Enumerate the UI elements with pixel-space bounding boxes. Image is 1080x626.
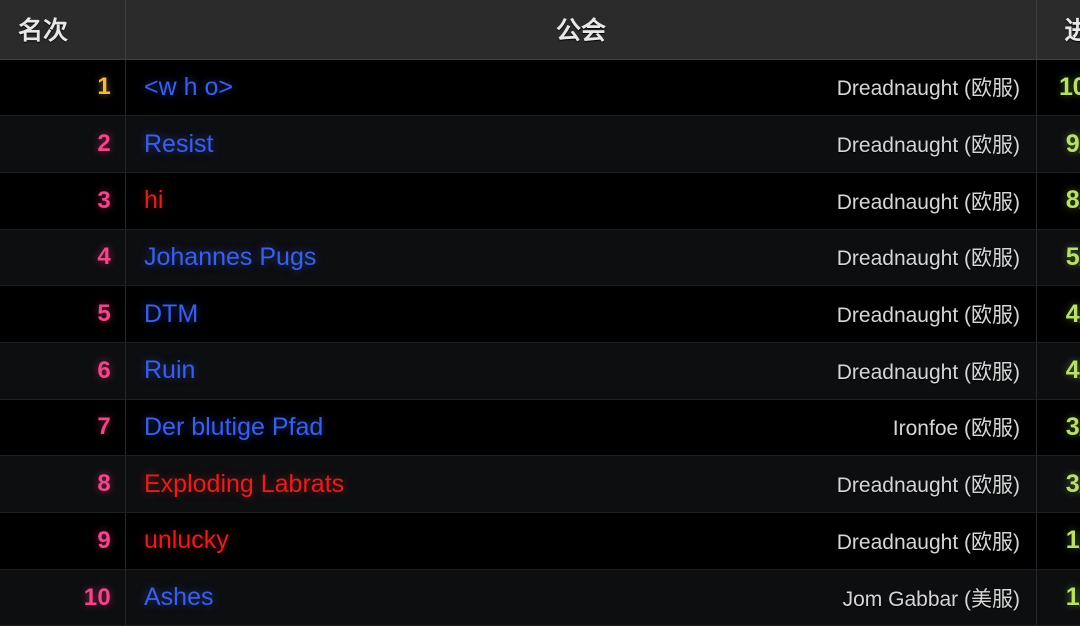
guild-cell: Ruin Dreadnaught (欧服): [125, 342, 1037, 400]
guild-realm-label: Dreadnaught (欧服): [836, 360, 1020, 384]
table-row[interactable]: 1 <w h o> Dreadnaught (欧服) 10/10: [0, 59, 1080, 117]
guild-cell-inner: Resist Dreadnaught (欧服): [144, 129, 1020, 159]
guild-name-link[interactable]: Ashes: [144, 583, 213, 612]
table-row[interactable]: 6 Ruin Dreadnaught (欧服) 4/10: [0, 342, 1080, 400]
guild-name-link[interactable]: unlucky: [144, 526, 229, 555]
table-row[interactable]: 5 DTM Dreadnaught (欧服) 4/10: [0, 285, 1080, 343]
guild-cell-inner: Ashes Jom Gabbar (美服): [144, 583, 1020, 613]
guild-cell: Exploding Labrats Dreadnaught (欧服): [125, 455, 1037, 513]
rank-cell: 3: [0, 172, 126, 230]
guild-cell: Johannes Pugs Dreadnaught (欧服): [125, 229, 1037, 287]
table-row[interactable]: 2 Resist Dreadnaught (欧服) 9/10: [0, 115, 1080, 173]
column-header-rank[interactable]: 名次: [0, 0, 126, 60]
guild-realm-label: Dreadnaught (欧服): [836, 134, 1020, 158]
guild-name-link[interactable]: Resist: [144, 130, 213, 159]
guild-cell: Der blutige Pfad Ironfoe (欧服): [125, 399, 1037, 457]
guild-name-link[interactable]: Johannes Pugs: [144, 243, 316, 272]
guild-name-link[interactable]: <w h o>: [144, 73, 233, 102]
guild-cell: unlucky Dreadnaught (欧服): [125, 512, 1037, 570]
progress-cell: 9/10: [1036, 115, 1080, 173]
guild-realm-label: Jom Gabbar (美服): [842, 587, 1020, 611]
progress-cell: 1/10: [1036, 512, 1080, 570]
rank-cell: 9: [0, 512, 126, 570]
guild-cell-inner: Exploding Labrats Dreadnaught (欧服): [144, 469, 1020, 499]
table-row[interactable]: 3 hi Dreadnaught (欧服) 8/10: [0, 172, 1080, 230]
rank-cell: 2: [0, 115, 126, 173]
table-header: 名次 公会 进度: [0, 0, 1080, 60]
guild-cell-inner: unlucky Dreadnaught (欧服): [144, 526, 1020, 556]
guild-cell: hi Dreadnaught (欧服): [125, 172, 1037, 230]
guild-cell-inner: Johannes Pugs Dreadnaught (欧服): [144, 242, 1020, 272]
rank-cell: 8: [0, 455, 126, 513]
progress-cell: 1/10: [1036, 569, 1080, 626]
table-body: 1 <w h o> Dreadnaught (欧服) 10/10 2 Resist Drea…: [0, 59, 1080, 626]
guild-name-link[interactable]: DTM: [144, 300, 198, 329]
progress-cell: 3/10: [1036, 399, 1080, 457]
guild-cell: DTM Dreadnaught (欧服): [125, 285, 1037, 343]
guild-cell: Ashes Jom Gabbar (美服): [125, 569, 1037, 626]
guild-realm-label: Dreadnaught (欧服): [836, 530, 1020, 554]
guild-cell-inner: Ruin Dreadnaught (欧服): [144, 356, 1020, 386]
guild-name-link[interactable]: hi: [144, 186, 163, 215]
progress-cell: 4/10: [1036, 342, 1080, 400]
rank-cell: 10: [0, 569, 126, 626]
progress-cell: 3/10: [1036, 455, 1080, 513]
guild-realm-label: Ironfoe (欧服): [892, 417, 1020, 441]
progress-cell: 4/10: [1036, 285, 1080, 343]
guild-cell: Resist Dreadnaught (欧服): [125, 115, 1037, 173]
rank-cell: 6: [0, 342, 126, 400]
progress-cell: 10/10: [1036, 59, 1080, 117]
guild-cell: <w h o> Dreadnaught (欧服): [125, 59, 1037, 117]
guild-realm-label: Dreadnaught (欧服): [836, 77, 1020, 101]
table-row[interactable]: 4 Johannes Pugs Dreadnaught (欧服) 5/10: [0, 229, 1080, 287]
rank-cell: 7: [0, 399, 126, 457]
column-header-guild[interactable]: 公会: [125, 0, 1037, 60]
guild-name-link[interactable]: Exploding Labrats: [144, 470, 344, 499]
rank-cell: 5: [0, 285, 126, 343]
guild-realm-label: Dreadnaught (欧服): [836, 304, 1020, 328]
table-row[interactable]: 10 Ashes Jom Gabbar (美服) 1/10: [0, 569, 1080, 626]
guild-name-link[interactable]: Der blutige Pfad: [144, 413, 323, 442]
table-row[interactable]: 7 Der blutige Pfad Ironfoe (欧服) 3/10: [0, 399, 1080, 457]
guild-cell-inner: DTM Dreadnaught (欧服): [144, 299, 1020, 329]
guild-cell-inner: <w h o> Dreadnaught (欧服): [144, 72, 1020, 102]
guild-realm-label: Dreadnaught (欧服): [836, 474, 1020, 498]
table-row[interactable]: 8 Exploding Labrats Dreadnaught (欧服) 3/10: [0, 455, 1080, 513]
guild-realm-label: Dreadnaught (欧服): [836, 247, 1020, 271]
guild-ranking-table: 名次 公会 进度 1<w h o>Dreadnaught (欧服)10/102R…: [0, 0, 1080, 626]
guild-name-link[interactable]: Ruin: [144, 356, 195, 385]
rank-cell: 1: [0, 59, 126, 117]
progress-cell: 5/10: [1036, 229, 1080, 287]
rank-cell: 4: [0, 229, 126, 287]
guild-realm-label: Dreadnaught (欧服): [836, 190, 1020, 214]
table-row[interactable]: 9 unlucky Dreadnaught (欧服) 1/10: [0, 512, 1080, 570]
column-header-progress[interactable]: 进度: [1036, 0, 1080, 60]
table-header-row: 名次 公会 进度: [0, 0, 1080, 60]
guild-cell-inner: hi Dreadnaught (欧服): [144, 186, 1020, 216]
guild-cell-inner: Der blutige Pfad Ironfoe (欧服): [144, 412, 1020, 442]
progress-cell: 8/10: [1036, 172, 1080, 230]
